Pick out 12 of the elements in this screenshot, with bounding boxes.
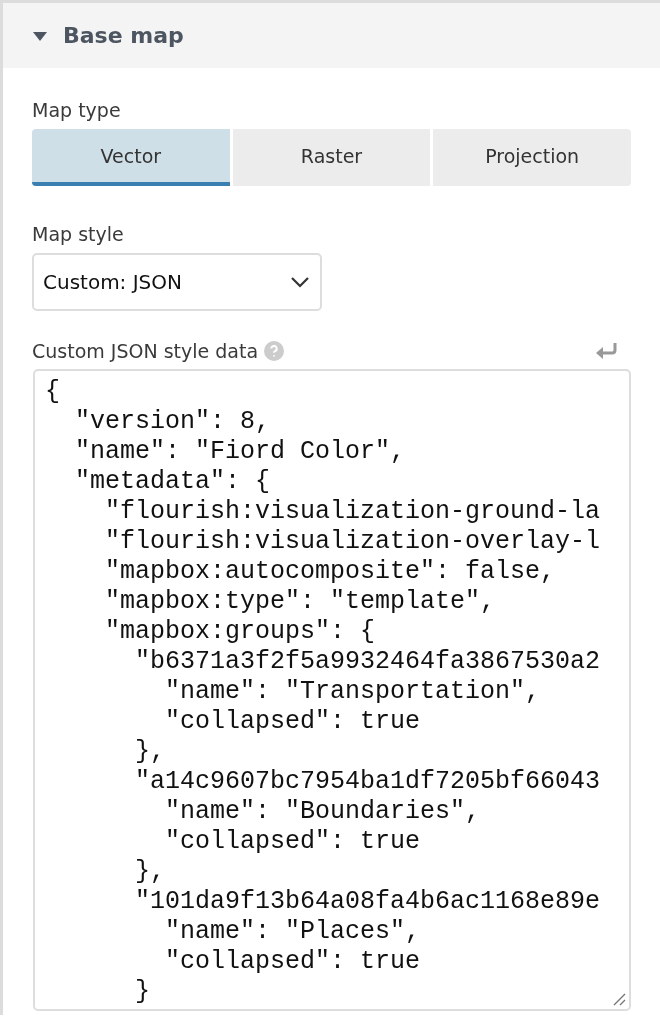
map-type-label: Map type (32, 98, 122, 122)
json-text-area[interactable]: { "version": 8, "name": "Fiord Color", "metadata": { "flourish:visualization-ground-la "flourish:visualization-overlay-l "mapbox:autocomposite": false, "mapbox:type": "template", "mapbox:groups": { "b6371a3f2f5a9932464fa3867530a2 "name": "Transportation", "collapsed": true }, "a14c9607bc7954ba1df7205bf66043 "name": "Boundaries", "collapsed": true }, "101da9f13b64a08fa4b6ac1168e89e "name": "Places", "collapsed": true } (33, 369, 631, 1011)
map-type-tab[interactable]: Projection (433, 129, 631, 186)
map-style-label: Map style (32, 222, 125, 246)
resize-handle-icon[interactable] (612, 992, 626, 1006)
map-type-tab[interactable]: Vector (32, 129, 230, 186)
chevron-down-icon (290, 276, 310, 288)
map-style-dropdown[interactable]: Custom: JSON (32, 253, 322, 311)
custom-json-label: Custom JSON style data (32, 339, 259, 363)
section-title[interactable]: Base map (63, 23, 184, 48)
expand-triangle-icon[interactable] (31, 29, 49, 42)
map-type-tab[interactable]: Raster (232, 129, 431, 186)
